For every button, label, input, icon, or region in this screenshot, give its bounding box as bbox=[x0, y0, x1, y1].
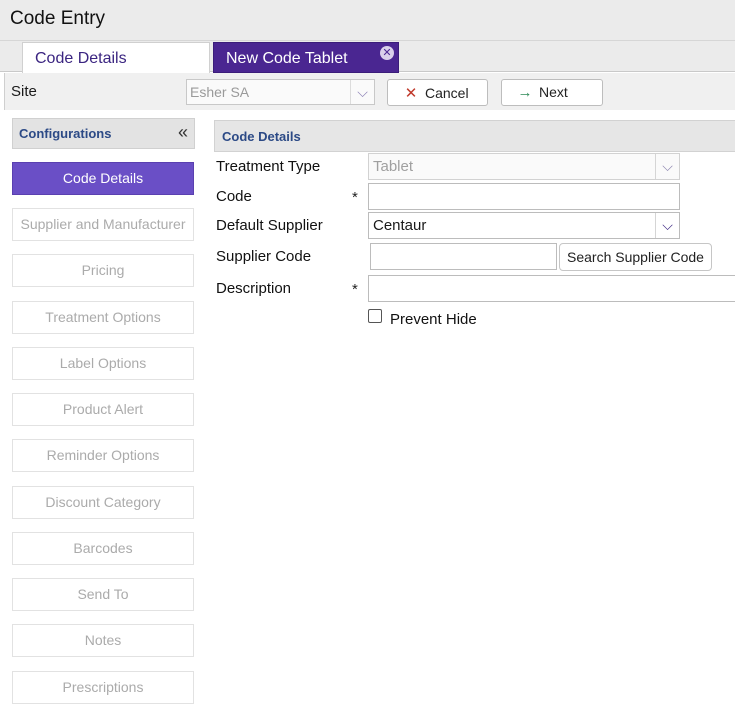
title-bar: Code Entry bbox=[0, 0, 735, 41]
treatment-type-value: Tablet bbox=[373, 158, 414, 175]
chevron-down-icon[interactable]: ⌵ bbox=[655, 213, 679, 238]
tab-label: New Code Tablet bbox=[226, 50, 348, 67]
prevent-hide-checkbox[interactable] bbox=[368, 309, 382, 323]
section-title: Code Details bbox=[222, 129, 301, 144]
cancel-button[interactable]: ✕ Cancel bbox=[387, 79, 488, 106]
default-supplier-label: Default Supplier bbox=[216, 217, 323, 234]
next-button[interactable]: → Next bbox=[501, 79, 603, 106]
supplier-code-label: Supplier Code bbox=[216, 248, 312, 265]
sidebar-title: Configurations bbox=[19, 126, 112, 141]
description-input[interactable] bbox=[368, 275, 735, 302]
chevron-down-icon[interactable]: ⌵ bbox=[350, 80, 374, 104]
default-supplier-value: Centaur bbox=[373, 217, 427, 234]
required-marker: * bbox=[352, 189, 358, 206]
sidebar-item-reminder-options[interactable]: Reminder Options bbox=[12, 439, 194, 472]
default-supplier-select[interactable]: Centaur ⌵ bbox=[368, 212, 680, 239]
site-label: Site bbox=[11, 83, 37, 100]
arrow-right-icon: → bbox=[517, 84, 533, 101]
sidebar-item-pricing[interactable]: Pricing bbox=[12, 254, 194, 287]
double-chevron-left-icon[interactable]: « bbox=[178, 122, 188, 143]
search-supplier-code-button[interactable]: Search Supplier Code bbox=[559, 243, 712, 271]
sidebar-item-prescriptions[interactable]: Prescriptions bbox=[12, 671, 194, 704]
sidebar-item-label-options[interactable]: Label Options bbox=[12, 347, 194, 380]
prevent-hide-label: Prevent Hide bbox=[390, 311, 477, 328]
window-title: Code Entry bbox=[10, 8, 106, 29]
sidebar-item-product-alert[interactable]: Product Alert bbox=[12, 393, 194, 426]
treatment-type-select[interactable]: Tablet ⌵ bbox=[368, 153, 680, 180]
description-label: Description bbox=[216, 280, 292, 297]
tab-new-code-tablet[interactable]: New Code Tablet ✕ bbox=[213, 42, 399, 73]
next-button-label: Next bbox=[539, 84, 568, 100]
sidebar-item-code-details[interactable]: Code Details bbox=[12, 162, 194, 195]
sidebar-item-notes[interactable]: Notes bbox=[12, 624, 194, 657]
tab-strip: Code Details New Code Tablet ✕ bbox=[0, 41, 735, 73]
code-input[interactable] bbox=[368, 183, 680, 210]
section-header: Code Details bbox=[214, 120, 735, 152]
sidebar-header: Configurations « bbox=[12, 118, 195, 149]
chevron-down-icon[interactable]: ⌵ bbox=[655, 154, 679, 179]
sidebar-item-treatment-options[interactable]: Treatment Options bbox=[12, 301, 194, 334]
sidebar-item-supplier-and-manufacturer[interactable]: Supplier and Manufacturer bbox=[12, 208, 194, 241]
tab-label: Code Details bbox=[35, 50, 127, 67]
cancel-button-label: Cancel bbox=[425, 85, 469, 101]
sidebar-item-barcodes[interactable]: Barcodes bbox=[12, 532, 194, 565]
toolbar: Site Esher SA ⌵ ✕ Cancel → Next bbox=[4, 73, 735, 110]
code-label: Code bbox=[216, 188, 252, 205]
close-circle-icon[interactable]: ✕ bbox=[380, 46, 394, 60]
tab-code-details[interactable]: Code Details bbox=[22, 42, 210, 73]
x-icon: ✕ bbox=[404, 85, 418, 102]
treatment-type-label: Treatment Type bbox=[216, 158, 321, 175]
required-marker: * bbox=[352, 281, 358, 298]
site-select-value: Esher SA bbox=[190, 84, 250, 100]
supplier-code-input[interactable] bbox=[370, 243, 557, 270]
sidebar-item-discount-category[interactable]: Discount Category bbox=[12, 486, 194, 519]
sidebar-item-send-to[interactable]: Send To bbox=[12, 578, 194, 611]
site-select[interactable]: Esher SA ⌵ bbox=[186, 79, 375, 105]
